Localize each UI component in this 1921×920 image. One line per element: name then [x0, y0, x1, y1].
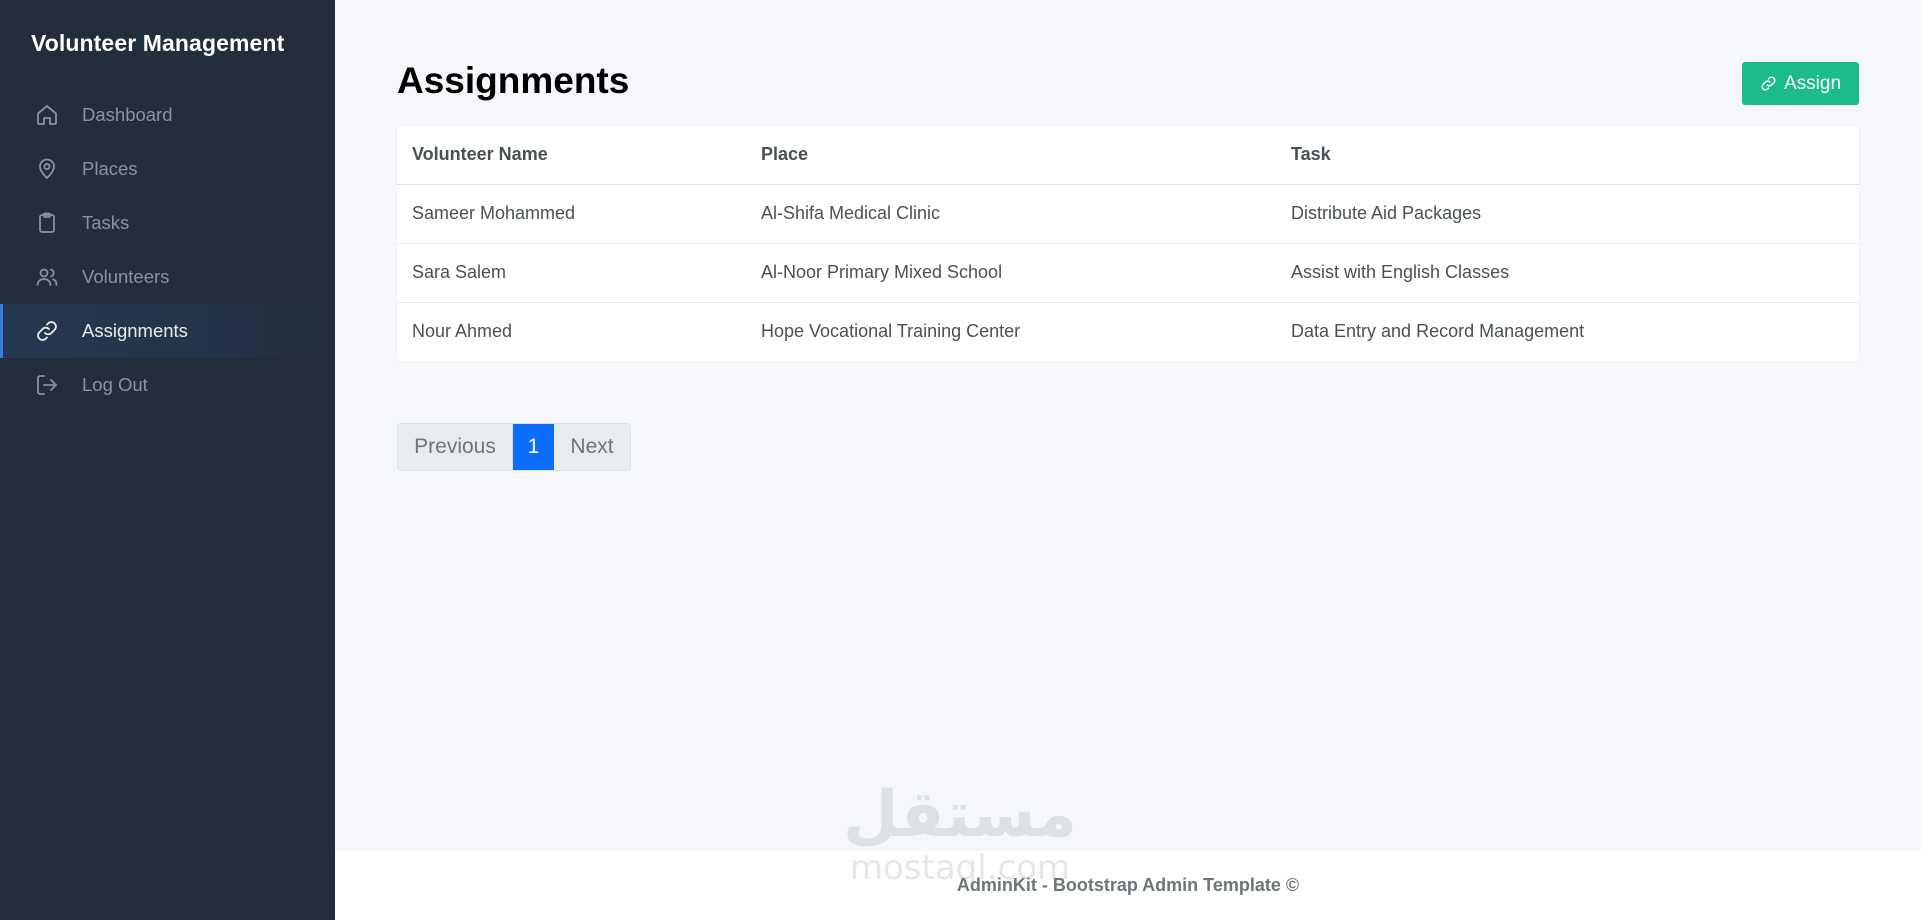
volunteer-name-cell: Nour Ahmed: [412, 321, 513, 342]
main-content: Assignments Assign Volunteer Name Place …: [335, 0, 1921, 851]
sidebar-item-label: Volunteers: [82, 266, 170, 287]
app-brand: Volunteer Management: [31, 30, 285, 56]
sidebar-item-assignments[interactable]: Assignments: [0, 304, 335, 358]
pagination: Previous 1 Next: [397, 423, 631, 471]
footer-text: AdminKit - Bootstrap Admin Template ©: [956, 875, 1300, 895]
link-icon: [34, 318, 60, 344]
volunteer-name-cell: Sara Salem: [397, 243, 746, 303]
place-cell: Al-Noor Primary Mixed School: [746, 243, 1276, 303]
pagination-next-button[interactable]: Next: [554, 424, 630, 470]
table-row: Sameer Mohammed Al-Shifa Medical Clinic …: [397, 184, 1859, 244]
link-icon: [1761, 76, 1776, 91]
page-title: Assignments: [397, 60, 630, 101]
column-header-task: Task: [1276, 126, 1859, 185]
sidebar-item-label: Log Out: [82, 374, 148, 395]
sidebar-item-label: Places: [82, 158, 138, 179]
sidebar-item-dashboard[interactable]: Dashboard: [0, 88, 335, 142]
table-row: Nour Ahmed Hope Vocational Training Cent…: [397, 302, 1859, 361]
map-pin-icon: [34, 156, 60, 182]
pagination-previous-button[interactable]: Previous: [398, 424, 513, 470]
assignments-table-card: Volunteer Name Place Task Sameer Mohamme…: [397, 126, 1859, 361]
table-row: Sara Salem Al-Noor Primary Mixed School …: [397, 243, 1859, 303]
log-out-icon: [34, 372, 60, 398]
sidebar-item-volunteers[interactable]: Volunteers: [0, 250, 335, 304]
sidebar-item-log-out[interactable]: Log Out: [0, 358, 335, 412]
sidebar-item-label: Tasks: [82, 212, 130, 233]
table-header-row: Volunteer Name Place Task: [397, 126, 1859, 185]
sidebar-item-places[interactable]: Places: [0, 142, 335, 196]
sidebar: Volunteer Management Dashboard Places Ta…: [0, 0, 335, 920]
assignments-table: Volunteer Name Place Task Sameer Mohamme…: [397, 126, 1859, 361]
place-cell: Hope Vocational Training Center: [761, 321, 1021, 342]
task-cell: Distribute Aid Packages: [1276, 184, 1859, 244]
column-header-place: Place: [746, 126, 1276, 185]
column-header-volunteer-name: Volunteer Name: [397, 126, 746, 185]
volunteer-name-cell: Sameer Mohammed: [397, 184, 746, 244]
clipboard-icon: [34, 210, 60, 236]
users-icon: [34, 264, 60, 290]
footer: AdminKit - Bootstrap Admin Template ©: [335, 851, 1921, 920]
home-icon: [34, 102, 60, 128]
sidebar-item-label: Dashboard: [82, 104, 173, 125]
task-cell: Assist with English Classes: [1276, 243, 1859, 303]
task-cell: Data Entry and Record Management: [1291, 321, 1585, 342]
assign-button-label: Assign: [1783, 72, 1842, 94]
sidebar-item-label: Assignments: [82, 320, 188, 341]
pagination-page-1[interactable]: 1: [513, 424, 554, 470]
assign-button[interactable]: Assign: [1742, 62, 1859, 105]
place-cell: Al-Shifa Medical Clinic: [746, 184, 1276, 244]
sidebar-item-tasks[interactable]: Tasks: [0, 196, 335, 250]
